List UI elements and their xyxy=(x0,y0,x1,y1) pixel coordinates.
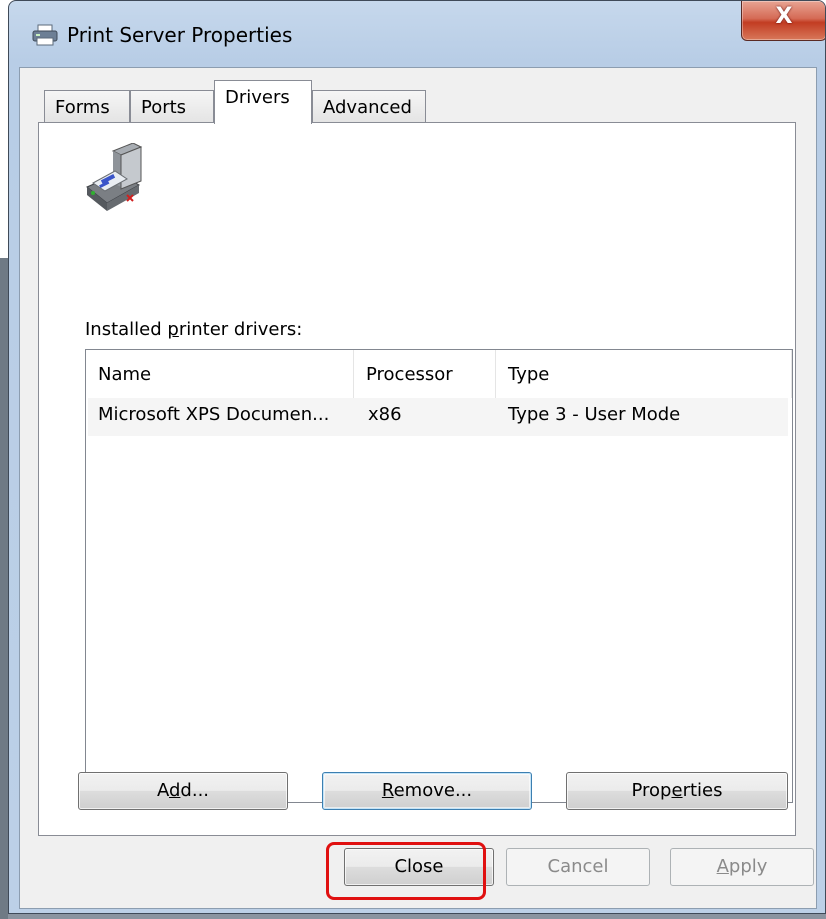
tab-ports-label: Ports xyxy=(141,97,187,118)
column-header-processor[interactable]: Processor xyxy=(354,350,496,398)
driver-row[interactable]: Microsoft XPS Documen... x86 Type 3 - Us… xyxy=(88,398,788,436)
driver-type-cell: Type 3 - User Mode xyxy=(508,404,681,425)
drivers-tab-panel: Installed printer drivers: Name Processo… xyxy=(38,122,796,836)
drivers-list[interactable]: Name Processor Type Microsoft XPS Docume… xyxy=(85,349,793,803)
column-header-name[interactable]: Name xyxy=(86,350,354,398)
window-title: Print Server Properties xyxy=(67,23,293,47)
apply-button[interactable]: Apply xyxy=(670,848,814,886)
close-icon: X xyxy=(775,4,793,29)
tab-drivers-label: Drivers xyxy=(225,87,290,108)
tab-advanced[interactable]: Advanced xyxy=(312,90,426,124)
close-button[interactable]: Close xyxy=(344,848,494,886)
driver-properties-button[interactable]: Properties xyxy=(566,772,788,810)
column-header-type[interactable]: Type xyxy=(496,350,792,398)
title-bar[interactable]: Print Server Properties X xyxy=(9,1,825,71)
driver-processor-cell: x86 xyxy=(368,404,402,425)
tab-forms-label: Forms xyxy=(55,97,110,118)
window-close-button[interactable]: X xyxy=(741,1,825,41)
printer-driver-icon xyxy=(86,143,143,211)
window-shadow xyxy=(8,914,826,919)
background-window-edge xyxy=(0,258,8,919)
print-server-properties-dialog: Print Server Properties X Forms Ports Dr… xyxy=(8,0,826,914)
printer-icon xyxy=(32,24,58,46)
tab-ports[interactable]: Ports xyxy=(130,90,214,124)
remove-driver-button[interactable]: Remove... xyxy=(322,772,532,810)
installed-drivers-label: Installed printer drivers: xyxy=(85,319,303,340)
dialog-client-area: Forms Ports Drivers Advanced Installed p… xyxy=(19,67,817,909)
list-header: Name Processor Type xyxy=(86,350,792,398)
cancel-button[interactable]: Cancel xyxy=(506,848,650,886)
tab-drivers[interactable]: Drivers xyxy=(214,80,312,124)
tab-forms[interactable]: Forms xyxy=(44,90,130,124)
driver-name-cell: Microsoft XPS Documen... xyxy=(98,404,330,425)
add-driver-button[interactable]: Add... xyxy=(78,772,288,810)
tab-advanced-label: Advanced xyxy=(323,97,412,118)
